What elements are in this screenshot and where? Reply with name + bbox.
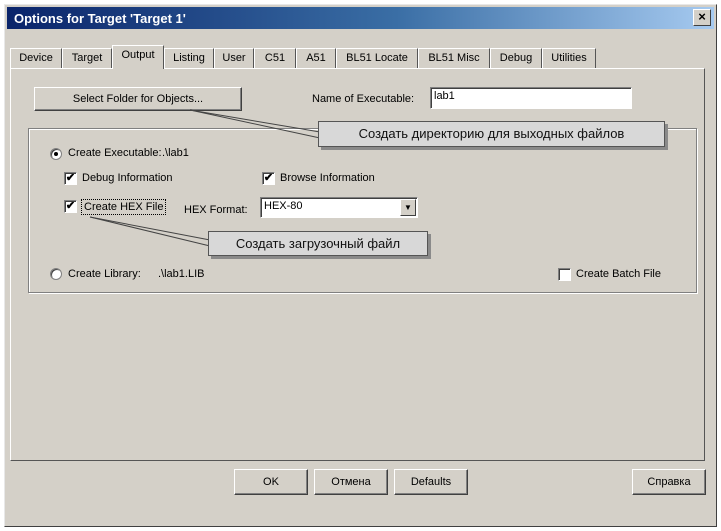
tab-output[interactable]: Output (112, 45, 164, 69)
ok-button[interactable]: OK (234, 469, 308, 495)
callout-connector-lines (89, 109, 321, 247)
folder-annotation-callout: Создать директорию для выходных файлов (318, 121, 665, 147)
cancel-button[interactable]: Отмена (314, 469, 388, 495)
help-button[interactable]: Справка (632, 469, 706, 495)
defaults-button[interactable]: Defaults (394, 469, 468, 495)
hex-annotation-callout: Создать загрузочный файл (208, 231, 428, 256)
